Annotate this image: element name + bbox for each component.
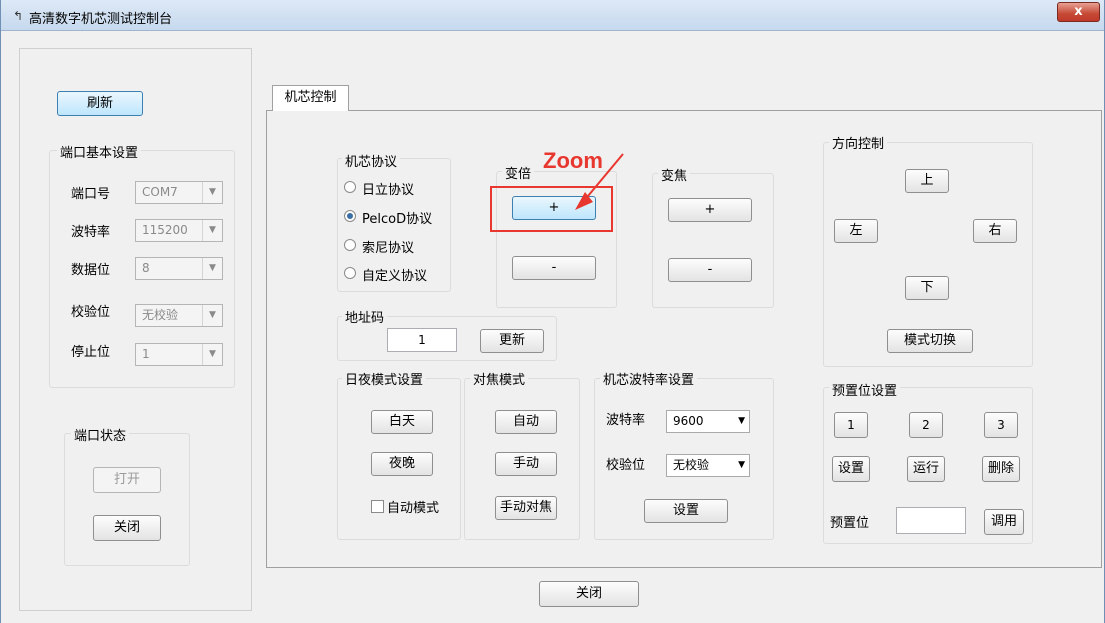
day-button[interactable]: 白天 xyxy=(371,410,433,434)
zoom-minus-button[interactable]: - xyxy=(512,256,596,280)
close-port-button[interactable]: 关闭 xyxy=(93,515,161,541)
focus-plus-button[interactable]: + xyxy=(668,198,752,222)
night-button[interactable]: 夜晚 xyxy=(371,452,433,476)
mode-switch-button[interactable]: 模式切换 xyxy=(887,329,973,353)
focusmode-title: 对焦模式 xyxy=(470,369,529,388)
baud-rate-label: 波特率 xyxy=(606,413,646,428)
baud-label: 波特率 xyxy=(71,225,111,240)
right-button[interactable]: 右 xyxy=(973,219,1017,243)
port-status-title: 端口状态 xyxy=(71,425,130,444)
focus-minus-button[interactable]: - xyxy=(668,258,752,282)
zoom-title: 变倍 xyxy=(502,163,535,182)
preset-call-button[interactable]: 调用 xyxy=(984,509,1024,535)
chevron-down-icon: ▼ xyxy=(202,182,222,203)
window-close-button[interactable]: x xyxy=(1057,2,1100,22)
app-window: ↰ 高清数字机芯测试控制台 x 刷新 端口基本设置 端口号 COM7 ▼ 波特率 … xyxy=(0,0,1105,623)
pelcod-label: PelcoD协议 xyxy=(362,212,433,227)
custom-label: 自定义协议 xyxy=(362,269,428,284)
protocol-title: 机芯协议 xyxy=(342,151,401,170)
up-button[interactable]: 上 xyxy=(905,169,949,193)
preset-1-button[interactable]: 1 xyxy=(834,412,868,438)
auto-mode-checkbox[interactable] xyxy=(371,500,384,513)
app-icon: ↰ xyxy=(13,9,24,23)
preset-2-button[interactable]: 2 xyxy=(909,412,943,438)
chevron-down-icon: ▼ xyxy=(738,416,745,426)
hitachi-label: 日立协议 xyxy=(362,183,415,198)
open-port-button[interactable]: 打开 xyxy=(93,467,161,493)
port-status-group xyxy=(64,433,190,566)
tab-machine-control[interactable]: 机芯控制 xyxy=(272,85,349,111)
baud-parity-label: 校验位 xyxy=(606,458,646,473)
parity-select[interactable]: 无校验 ▼ xyxy=(135,304,223,327)
baud-rate-select[interactable]: 9600 ▼ xyxy=(666,410,750,433)
auto-focus-button[interactable]: 自动 xyxy=(495,410,557,434)
focus-group xyxy=(652,173,774,308)
databits-label: 数据位 xyxy=(71,263,111,278)
annotation-arrow-icon xyxy=(575,153,624,210)
address-title: 地址码 xyxy=(342,307,388,326)
focus-title: 变焦 xyxy=(658,165,691,184)
radio-hitachi[interactable] xyxy=(344,181,356,193)
daynight-title: 日夜模式设置 xyxy=(342,369,427,388)
preset-pos-input[interactable] xyxy=(896,507,966,534)
baud-title: 机芯波特率设置 xyxy=(600,369,698,388)
parity-label: 校验位 xyxy=(71,305,111,320)
preset-delete-button[interactable]: 删除 xyxy=(982,456,1020,482)
port-settings-title: 端口基本设置 xyxy=(57,142,142,161)
preset-3-button[interactable]: 3 xyxy=(984,412,1018,438)
tab-label: 机芯控制 xyxy=(284,90,337,105)
baud-set-button[interactable]: 设置 xyxy=(644,499,728,523)
update-button[interactable]: 更新 xyxy=(480,329,544,353)
direction-title: 方向控制 xyxy=(829,133,888,152)
manual-focus-button[interactable]: 手动对焦 xyxy=(495,496,557,520)
port-label: 端口号 xyxy=(71,187,111,202)
preset-set-button[interactable]: 设置 xyxy=(832,456,870,482)
left-button[interactable]: 左 xyxy=(834,219,878,243)
chevron-down-icon: ▼ xyxy=(738,460,745,470)
sony-label: 索尼协议 xyxy=(362,241,415,256)
preset-pos-label: 预置位 xyxy=(830,516,870,531)
baud-parity-select[interactable]: 无校验 ▼ xyxy=(666,454,750,477)
baud-select[interactable]: 115200 ▼ xyxy=(135,219,223,242)
preset-title: 预置位设置 xyxy=(829,380,901,399)
title-bar: ↰ 高清数字机芯测试控制台 x xyxy=(1,0,1104,31)
radio-custom[interactable] xyxy=(344,267,356,279)
auto-mode-label: 自动模式 xyxy=(387,501,440,516)
databits-select[interactable]: 8 ▼ xyxy=(135,257,223,280)
chevron-down-icon: ▼ xyxy=(202,344,222,365)
chevron-down-icon: ▼ xyxy=(202,305,222,326)
address-input[interactable]: 1 xyxy=(387,328,457,352)
chevron-down-icon: ▼ xyxy=(202,258,222,279)
radio-sony[interactable] xyxy=(344,239,356,251)
radio-pelcod[interactable] xyxy=(344,210,356,222)
window-title: 高清数字机芯测试控制台 xyxy=(29,12,173,27)
refresh-button[interactable]: 刷新 xyxy=(57,91,143,116)
chevron-down-icon: ▼ xyxy=(202,220,222,241)
port-select[interactable]: COM7 ▼ xyxy=(135,181,223,204)
preset-run-button[interactable]: 运行 xyxy=(907,456,945,482)
down-button[interactable]: 下 xyxy=(905,276,949,300)
manual-button[interactable]: 手动 xyxy=(495,452,557,476)
bottom-close-button[interactable]: 关闭 xyxy=(539,581,639,607)
stopbits-select[interactable]: 1 ▼ xyxy=(135,343,223,366)
stopbits-label: 停止位 xyxy=(71,345,111,360)
